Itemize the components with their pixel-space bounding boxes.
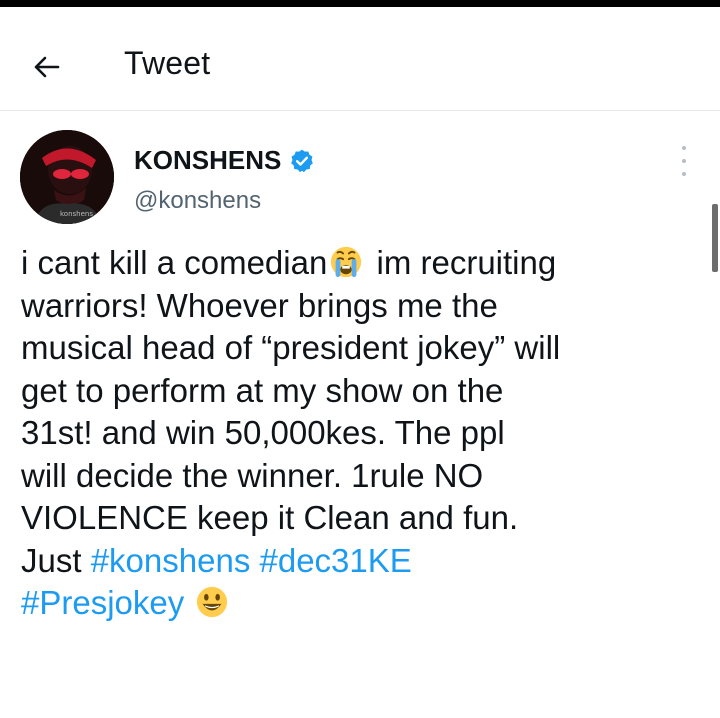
more-options-button[interactable] [672, 146, 696, 176]
tweet-line: VIOLENCE keep it Clean and fun. [21, 499, 519, 536]
avatar[interactable]: konshens [20, 130, 114, 224]
tweet-line: #Presjokey [21, 582, 711, 625]
more-vertical-icon [682, 146, 686, 150]
tweet-line: i cant kill a comedian im recruiting [21, 244, 557, 281]
tweet-text: i cant kill a comedian im recruiting war… [21, 242, 711, 625]
tweet-line: get to perform at my show on the [21, 371, 504, 409]
hashtag-link[interactable]: #dec31KE [260, 542, 412, 579]
back-button[interactable] [30, 51, 62, 83]
crying-face-icon [331, 246, 362, 278]
author-name: KONSHENS [134, 145, 282, 175]
author-name-row[interactable]: KONSHENS [134, 145, 315, 176]
hashtag-link[interactable]: #konshens [91, 542, 251, 579]
tweet-header: Tweet [0, 7, 720, 111]
tweet-line: musical head of “president jokey” will [21, 329, 561, 366]
hashtag-link[interactable]: #Presjokey [21, 584, 184, 621]
avatar-image: konshens [20, 130, 114, 224]
svg-text:konshens: konshens [60, 210, 93, 218]
author-handle[interactable]: @konshens [134, 187, 261, 215]
tweet-line: warriors! Whoever brings me the [21, 286, 498, 324]
scrollbar[interactable] [712, 204, 718, 272]
tweet-line: 31st! and win 50,000kes. The ppl [21, 414, 505, 451]
tweet-line: Just #konshens #dec31KE [21, 541, 412, 579]
page-title: Tweet [124, 45, 211, 81]
smiling-face-icon [197, 586, 228, 618]
tweet-line: will decide the winner. 1rule NO [21, 456, 484, 494]
arrow-left-icon [34, 56, 60, 78]
status-bar [0, 0, 720, 7]
verified-badge-icon [291, 149, 314, 172]
